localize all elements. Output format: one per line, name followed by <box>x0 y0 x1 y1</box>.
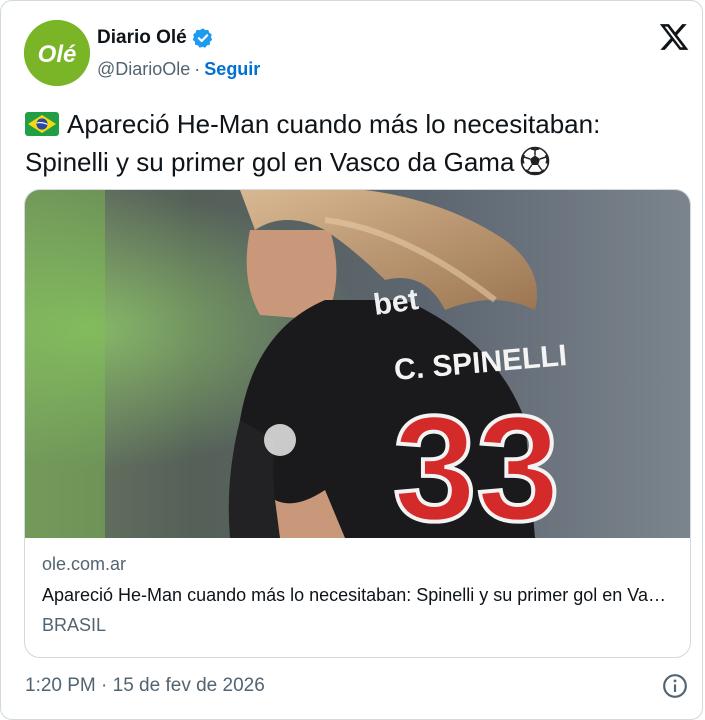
handle-separator: · <box>194 59 201 79</box>
follow-button[interactable]: Seguir <box>204 59 260 80</box>
x-logo-icon[interactable] <box>658 21 690 53</box>
article-photo: bet C. SPINELLI 33 <box>25 190 690 538</box>
tweet-body-text: Apareció He-Man cuando más lo necesitaba… <box>25 109 601 177</box>
author-handle-row: @DiarioOle · Seguir <box>97 59 260 80</box>
link-headline: Apareció He-Man cuando más lo necesitaba… <box>42 585 674 605</box>
info-icon[interactable] <box>662 673 688 699</box>
link-card-meta: ole.com.ar Apareció He-Man cuando más lo… <box>42 550 682 638</box>
link-preview-card[interactable]: bet C. SPINELLI 33 ole.com.ar Apareció H… <box>24 189 691 658</box>
verified-badge-icon <box>192 28 212 48</box>
avatar[interactable]: Olé <box>24 20 90 86</box>
jersey-number-text: 33 <box>393 384 560 538</box>
embedded-tweet-card: Olé Diario Olé @DiarioOle · Seguir Apare… <box>0 0 703 720</box>
jersey-sponsor-text: bet <box>371 283 420 322</box>
author-name-row: Diario Olé <box>97 27 214 49</box>
brazil-flag-icon <box>25 112 59 136</box>
avatar-logo-text: Olé <box>38 41 77 68</box>
soccer-ball-icon <box>521 146 550 176</box>
tweet-timestamp[interactable]: 1:20 PM · 15 de fev de 2026 <box>25 675 265 697</box>
link-domain: ole.com.ar <box>42 554 127 574</box>
tweet-text: Apareció He-Man cuando más lo necesitaba… <box>25 105 685 181</box>
author-display-name[interactable]: Diario Olé <box>97 27 187 49</box>
link-section: BRASIL <box>42 615 107 635</box>
author-handle[interactable]: @DiarioOle <box>97 59 190 80</box>
